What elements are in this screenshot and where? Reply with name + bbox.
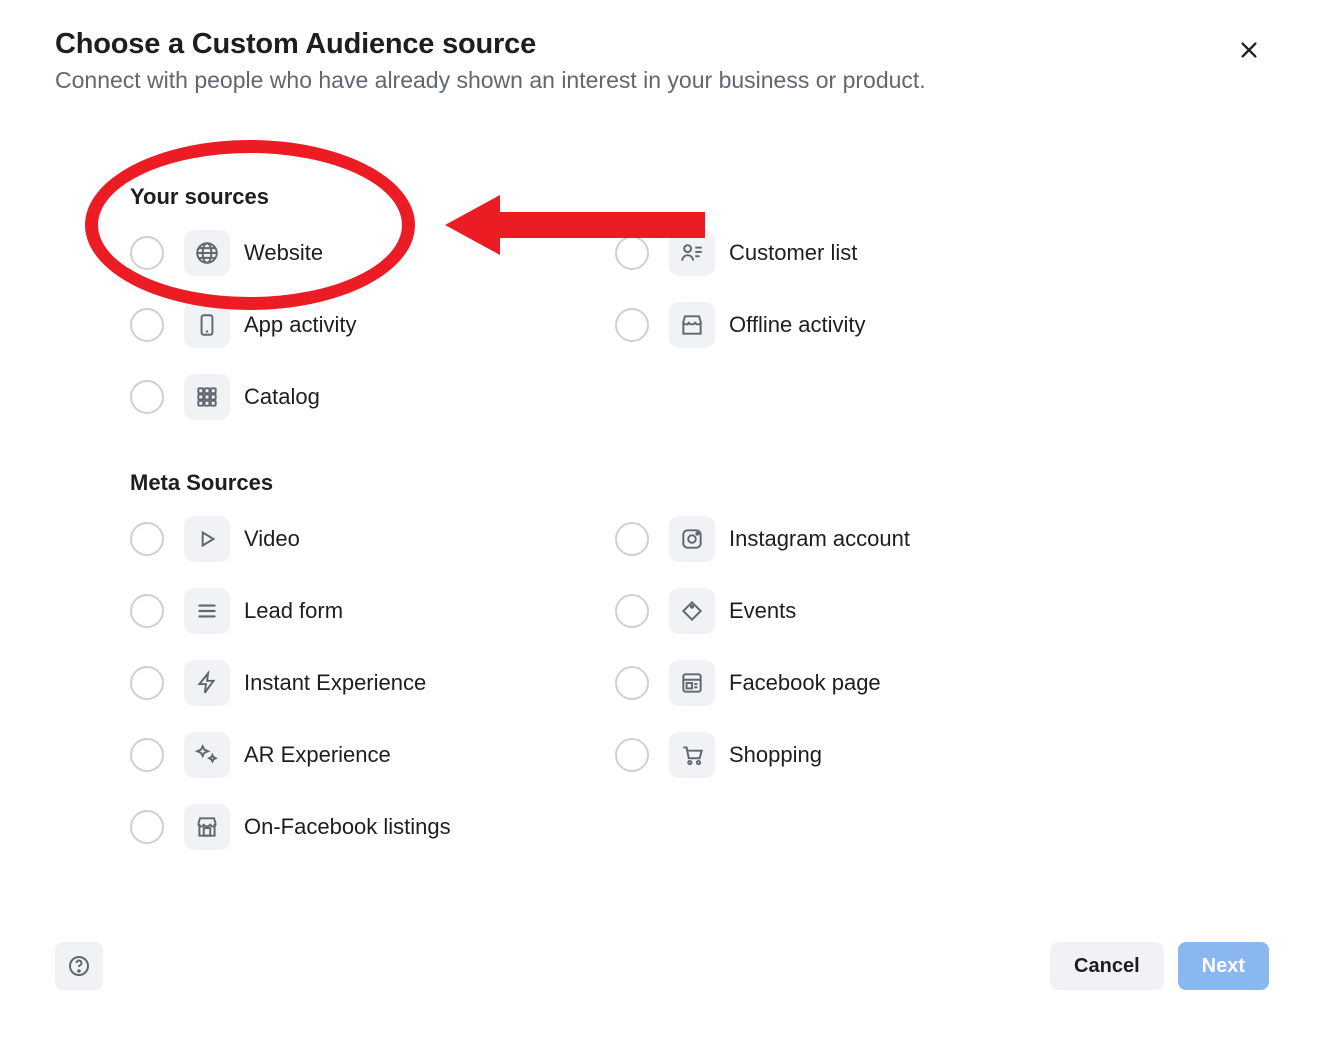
section-your-sources: Your sources Website Customer list — [130, 184, 1269, 420]
dialog-title: Choose a Custom Audience source — [55, 28, 1269, 61]
lines-icon — [184, 588, 230, 634]
dialog-body: Your sources Website Customer list — [55, 184, 1269, 850]
option-row: Instant Experience Facebook page — [130, 660, 1269, 706]
option-label: Instant Experience — [244, 670, 426, 696]
option-label: Website — [244, 240, 323, 266]
option-label: App activity — [244, 312, 357, 338]
option-app-activity[interactable]: App activity — [130, 302, 615, 348]
smartphone-icon — [184, 302, 230, 348]
option-label: Video — [244, 526, 300, 552]
option-ar-experience[interactable]: AR Experience — [130, 732, 615, 778]
radio-catalog[interactable] — [130, 380, 164, 414]
option-row: Catalog — [130, 374, 1269, 420]
option-facebook-page[interactable]: Facebook page — [615, 660, 1100, 706]
option-label: Lead form — [244, 598, 343, 624]
sparkle-icon — [184, 732, 230, 778]
radio-app-activity[interactable] — [130, 308, 164, 342]
dialog-header: Choose a Custom Audience source Connect … — [55, 28, 1269, 94]
customer-list-icon — [669, 230, 715, 276]
next-button[interactable]: Next — [1178, 942, 1269, 990]
option-label: AR Experience — [244, 742, 391, 768]
cart-icon — [669, 732, 715, 778]
option-row: Lead form Events — [130, 588, 1269, 634]
help-button[interactable] — [55, 942, 103, 990]
option-label: Catalog — [244, 384, 320, 410]
close-button[interactable] — [1229, 30, 1269, 70]
option-on-facebook-listings[interactable]: On-Facebook listings — [130, 804, 615, 850]
play-icon — [184, 516, 230, 562]
help-icon — [67, 954, 91, 978]
option-lead-form[interactable]: Lead form — [130, 588, 615, 634]
option-row: App activity Offline activity — [130, 302, 1269, 348]
grid-icon — [184, 374, 230, 420]
option-instagram-account[interactable]: Instagram account — [615, 516, 1100, 562]
radio-on-facebook-listings[interactable] — [130, 810, 164, 844]
radio-facebook-page[interactable] — [615, 666, 649, 700]
option-website[interactable]: Website — [130, 230, 615, 276]
cancel-button[interactable]: Cancel — [1050, 942, 1164, 990]
option-row: Website Customer list — [130, 230, 1269, 276]
option-label: Customer list — [729, 240, 857, 266]
section-meta-sources: Meta Sources Video Instagram account — [130, 470, 1269, 850]
option-video[interactable]: Video — [130, 516, 615, 562]
option-label: On-Facebook listings — [244, 814, 451, 840]
globe-icon — [184, 230, 230, 276]
option-row: AR Experience Shopping — [130, 732, 1269, 778]
option-events[interactable]: Events — [615, 588, 1100, 634]
section-heading-meta-sources: Meta Sources — [130, 470, 1269, 496]
radio-lead-form[interactable] — [130, 594, 164, 628]
radio-website[interactable] — [130, 236, 164, 270]
radio-instant-experience[interactable] — [130, 666, 164, 700]
instagram-icon — [669, 516, 715, 562]
option-shopping[interactable]: Shopping — [615, 732, 1100, 778]
store-icon — [184, 804, 230, 850]
option-label: Facebook page — [729, 670, 881, 696]
bolt-icon — [184, 660, 230, 706]
option-label: Instagram account — [729, 526, 910, 552]
option-instant-experience[interactable]: Instant Experience — [130, 660, 615, 706]
option-row: On-Facebook listings — [130, 804, 1269, 850]
storefront-icon — [669, 302, 715, 348]
tag-icon — [669, 588, 715, 634]
radio-shopping[interactable] — [615, 738, 649, 772]
close-icon — [1238, 39, 1260, 61]
option-row: Video Instagram account — [130, 516, 1269, 562]
page-icon — [669, 660, 715, 706]
section-heading-your-sources: Your sources — [130, 184, 1269, 210]
option-customer-list[interactable]: Customer list — [615, 230, 1100, 276]
footer-buttons: Cancel Next — [1050, 942, 1269, 990]
option-label: Events — [729, 598, 796, 624]
radio-ar-experience[interactable] — [130, 738, 164, 772]
dialog-footer: Cancel Next — [55, 942, 1269, 990]
dialog-subtitle: Connect with people who have already sho… — [55, 67, 1269, 94]
radio-customer-list[interactable] — [615, 236, 649, 270]
option-offline-activity[interactable]: Offline activity — [615, 302, 1100, 348]
radio-events[interactable] — [615, 594, 649, 628]
radio-instagram-account[interactable] — [615, 522, 649, 556]
radio-offline-activity[interactable] — [615, 308, 649, 342]
option-catalog[interactable]: Catalog — [130, 374, 615, 420]
option-label: Shopping — [729, 742, 822, 768]
radio-video[interactable] — [130, 522, 164, 556]
option-label: Offline activity — [729, 312, 866, 338]
